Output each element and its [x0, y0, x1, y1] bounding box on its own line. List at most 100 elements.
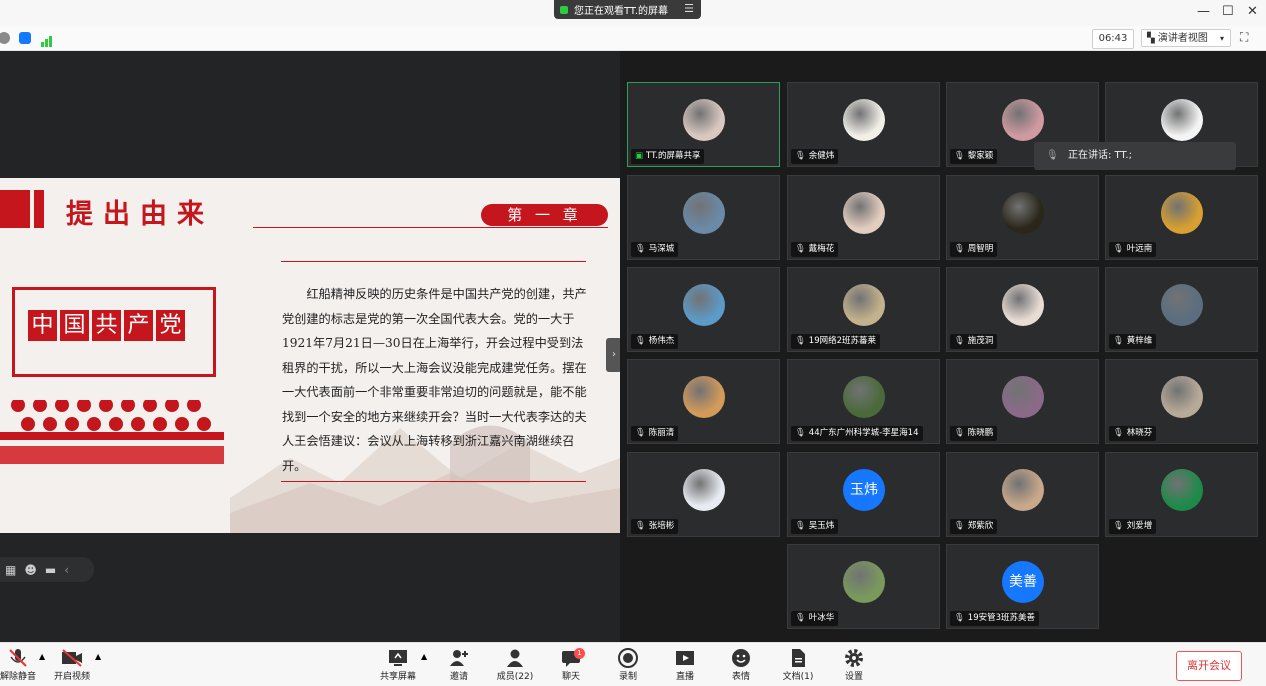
emoji-label: 表情 [731, 672, 750, 682]
live-icon [676, 651, 694, 665]
participant-tile[interactable]: 🎙 叶远南 [1105, 175, 1258, 260]
participant-tile[interactable]: 🎙 林晓芬 [1105, 359, 1258, 444]
participant-tile[interactable]: 🎙 陈丽清 [627, 359, 780, 444]
mic-muted-icon: 🎙 [795, 151, 806, 161]
participant-nametag: 🎙 刘爱增 [1109, 519, 1157, 534]
leave-meeting-button[interactable]: 离开会议 [1176, 651, 1242, 681]
participant-nametag: 🎙 余健炜 [791, 149, 839, 164]
participant-nametag: 🎙 44广东广州科学城-李星海14 [791, 426, 923, 441]
participant-tile[interactable]: 🎙 19网络2班苏蕃莱 [787, 267, 940, 352]
viewing-label: 您正在观看TT.的屏幕 [574, 6, 669, 17]
documents-button[interactable]: 文档(1) [770, 647, 826, 682]
participant-name: 叶冰华 [808, 613, 835, 623]
mic-muted-icon: 🎙 [795, 613, 806, 623]
mic-muted-icon: 🎙 [795, 521, 806, 531]
maximize-button[interactable]: ☐ [1222, 4, 1234, 19]
participant-tile[interactable]: 🎙 余健炜 [787, 82, 940, 167]
chevron-up-icon[interactable]: ▲ [95, 652, 101, 661]
chevron-up-icon[interactable]: ▲ [421, 652, 427, 661]
list-icon[interactable]: ☰ [684, 2, 694, 15]
layout-grid-icon[interactable]: ▦ [5, 563, 16, 577]
avatar [1161, 192, 1203, 234]
avatar [843, 99, 885, 141]
participant-tile[interactable]: 🎙 刘爱增 [1105, 452, 1258, 537]
emoji-icon[interactable]: ☻ [24, 563, 37, 577]
chat-badge: 1 [574, 648, 585, 659]
chat-label: 聊天 [561, 672, 580, 682]
participant-tile[interactable]: 🎙 戴梅花 [787, 175, 940, 260]
emoji-button[interactable]: 表情 [713, 647, 769, 682]
avatar [1002, 376, 1044, 418]
participant-name: 杨伟杰 [648, 336, 675, 346]
participant-tile[interactable]: 🎙 施茂洞 [946, 267, 1099, 352]
mic-muted-icon: 🎙 [954, 613, 965, 623]
participant-nametag: 🎙 周智明 [950, 242, 998, 257]
title-underline [253, 227, 608, 228]
minimize-button[interactable]: — [1197, 4, 1210, 19]
participant-tile[interactable]: 🎙 马深城 [627, 175, 780, 260]
title-bar: 您正在观看TT.的屏幕 ☰ — ☐ ✕ [0, 0, 1266, 26]
participant-tile[interactable]: 🎙 44广东广州科学城-李星海14 [787, 359, 940, 444]
avatar [1002, 99, 1044, 141]
badge-char: 产 [124, 310, 153, 341]
participant-tile[interactable]: 🎙 陈晓鹏 [946, 359, 1099, 444]
view-mode-dropdown[interactable]: ▚ 演讲者视图 ▾ [1141, 29, 1231, 47]
record-button[interactable]: 录制 [600, 647, 656, 682]
settings-button[interactable]: 设置 [826, 647, 882, 682]
avatar [683, 376, 725, 418]
participant-name: 周智明 [967, 244, 994, 254]
participant-tile[interactable]: 🎙 郑紫欣 [946, 452, 1099, 537]
mic-muted-icon: 🎙 [1113, 521, 1124, 531]
chat-button[interactable]: 1 聊天 [543, 647, 599, 682]
participant-tile[interactable]: 🎙 周智明 [946, 175, 1099, 260]
start-video-label: 开启视频 [53, 672, 90, 682]
participant-nametag: 🎙 杨伟杰 [631, 334, 679, 349]
mic-muted-icon: 🎙 [954, 151, 965, 161]
avatar [1002, 284, 1044, 326]
mic-muted-icon [9, 649, 27, 667]
avatar [683, 192, 725, 234]
participant-nametag: 🎙 戴梅花 [791, 242, 839, 257]
members-button[interactable]: 成员(22) [487, 647, 543, 682]
participant-name: 黎家颖 [967, 151, 994, 161]
participant-name: 林晓芬 [1126, 428, 1153, 438]
participant-tile[interactable]: 🎙 张培彬 [627, 452, 780, 537]
viewing-indicator[interactable]: 您正在观看TT.的屏幕 ☰ [554, 0, 701, 19]
participant-name: 戴梅花 [808, 244, 835, 254]
fullscreen-icon[interactable]: ⛶ [1240, 30, 1248, 45]
share-screen-button[interactable]: 共享屏幕 [370, 647, 426, 682]
participant-name: 叶远南 [1126, 244, 1153, 254]
avatar [1161, 469, 1203, 511]
layout-icon: ▚ [1147, 33, 1158, 44]
video-off-icon [62, 649, 82, 667]
participant-tile[interactable]: ▣ TT.的屏幕共享 [627, 82, 780, 167]
bottom-toolbar: 解除静音 ▲ 开启视频 ▲ 共享屏幕 ▲ 邀请 成员(22) 1 聊天 录制 直… [0, 642, 1266, 686]
mic-muted-icon: 🎙 [954, 428, 965, 438]
info-icon[interactable] [0, 32, 10, 44]
participant-nametag: 🎙 19安管3班苏美善 [950, 611, 1040, 626]
participant-tile[interactable]: 玉炜 🎙 吴玉炜 [787, 452, 940, 537]
invite-button[interactable]: 邀请 [431, 647, 487, 682]
participant-tile[interactable]: 美善 🎙 19安管3班苏美善 [946, 544, 1099, 629]
top-rule [281, 261, 586, 262]
members-label: 成员(22) [496, 672, 534, 682]
chat-icon[interactable]: ▬ [45, 563, 56, 577]
signal-icon[interactable] [40, 32, 54, 47]
live-button[interactable]: 直播 [657, 647, 713, 682]
bottom-rule [281, 481, 586, 482]
shield-icon[interactable] [19, 32, 31, 44]
participant-name: 施茂洞 [967, 336, 994, 346]
participant-tile[interactable]: 🎙 杨伟杰 [627, 267, 780, 352]
title-accent-bar [0, 190, 30, 228]
record-icon [618, 648, 638, 668]
participant-name: TT.的屏幕共享 [646, 151, 701, 161]
participant-tile[interactable]: 🎙 黄梓维 [1105, 267, 1258, 352]
view-mode-label: 演讲者视图 [1157, 33, 1208, 44]
avatar [843, 376, 885, 418]
participant-nametag: 🎙 施茂洞 [950, 334, 998, 349]
chevron-left-icon[interactable]: ‹ [64, 563, 69, 577]
start-video-button[interactable]: 开启视频 [44, 647, 100, 682]
participant-tile[interactable]: 🎙 叶冰华 [787, 544, 940, 629]
presentation-slide: 提出由来 第 一 章 红船精神反映的历史条件是中国共产党的创建，共产党创建的标志… [0, 178, 620, 533]
close-button[interactable]: ✕ [1247, 4, 1258, 19]
